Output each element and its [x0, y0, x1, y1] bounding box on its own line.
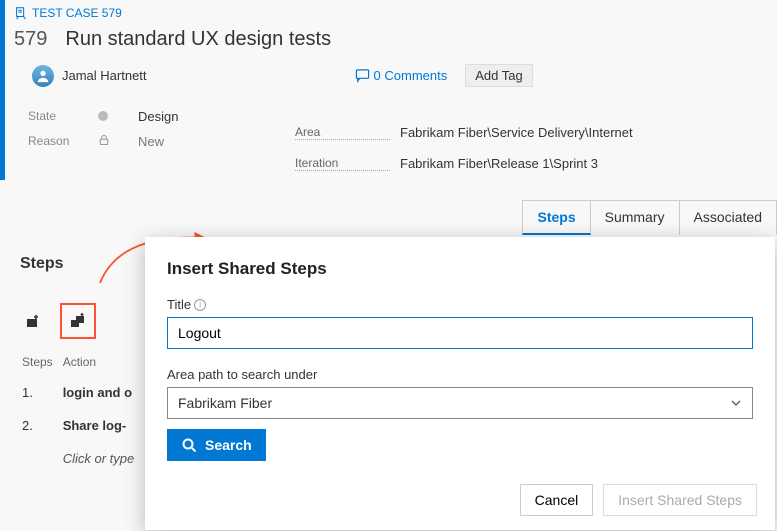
- iteration-label: Iteration: [295, 156, 390, 171]
- area-label: Area: [295, 125, 390, 140]
- state-label: State: [28, 109, 88, 124]
- add-tag-button[interactable]: Add Tag: [465, 64, 532, 87]
- comments-link[interactable]: 0 Comments: [355, 68, 448, 83]
- insert-button: Insert Shared Steps: [603, 484, 757, 516]
- area-path-value: Fabrikam Fiber: [178, 395, 272, 411]
- area-field-label: Area path to search under: [167, 367, 317, 382]
- cancel-button[interactable]: Cancel: [520, 484, 594, 516]
- add-step-button[interactable]: [20, 308, 46, 334]
- insert-shared-steps-icon: [70, 313, 86, 329]
- col-action: Action: [63, 349, 143, 375]
- page-title: Run standard UX design tests: [65, 28, 331, 51]
- dialog-title: Insert Shared Steps: [167, 259, 753, 279]
- chevron-down-icon: [730, 397, 742, 409]
- step-action: Share log-: [63, 410, 143, 441]
- table-row[interactable]: 2. Share log-: [22, 410, 142, 441]
- state-value[interactable]: Design: [138, 109, 777, 124]
- step-action: login and o: [63, 377, 143, 408]
- breadcrumb-label: TEST CASE 579: [32, 6, 122, 20]
- avatar[interactable]: [32, 65, 54, 87]
- title-input[interactable]: [167, 317, 753, 349]
- search-button-label: Search: [205, 437, 252, 453]
- area-value[interactable]: Fabrikam Fiber\Service Delivery\Internet: [400, 125, 633, 140]
- insert-shared-steps-dialog: Insert Shared Steps Title i Area path to…: [145, 237, 775, 530]
- tab-steps[interactable]: Steps: [522, 200, 590, 235]
- iteration-value[interactable]: Fabrikam Fiber\Release 1\Sprint 3: [400, 156, 633, 171]
- search-icon: [181, 437, 197, 453]
- col-steps: Steps: [22, 349, 61, 375]
- tab-associated[interactable]: Associated: [680, 200, 777, 235]
- table-row[interactable]: 1. login and o: [22, 377, 142, 408]
- item-id: 579: [14, 28, 47, 51]
- lock-icon: [98, 134, 110, 146]
- reason-label: Reason: [28, 134, 88, 149]
- step-hint[interactable]: Click or type: [63, 443, 143, 474]
- area-path-select[interactable]: Fabrikam Fiber: [167, 387, 753, 419]
- tab-summary[interactable]: Summary: [591, 200, 680, 235]
- add-step-icon: [25, 313, 41, 329]
- step-num: 1.: [22, 377, 61, 408]
- state-dot-icon: [98, 111, 108, 121]
- test-case-icon: [14, 6, 28, 20]
- info-icon[interactable]: i: [194, 299, 206, 311]
- comments-label: 0 Comments: [374, 68, 448, 83]
- breadcrumb[interactable]: TEST CASE 579: [14, 0, 777, 20]
- step-num: 2.: [22, 410, 61, 441]
- insert-shared-steps-button[interactable]: [60, 303, 96, 339]
- owner-name: Jamal Hartnett: [62, 68, 147, 83]
- comment-icon: [355, 68, 370, 83]
- search-button[interactable]: Search: [167, 429, 266, 461]
- title-field-label: Title: [167, 297, 191, 312]
- steps-heading: Steps: [20, 255, 145, 273]
